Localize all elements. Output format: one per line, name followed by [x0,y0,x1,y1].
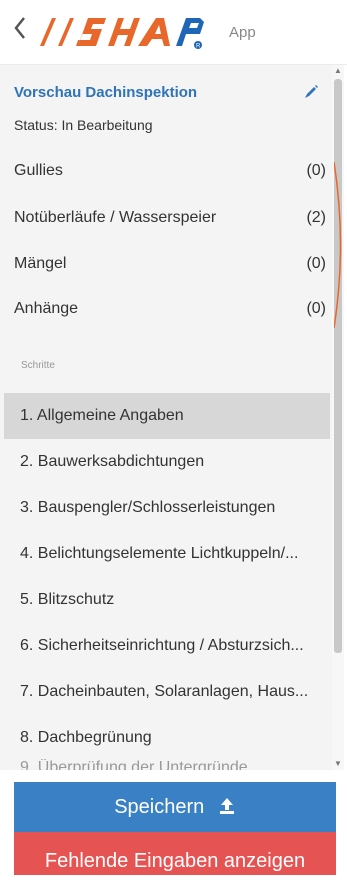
step-label: 6. Sicherheitseinrichtung / Absturzsich.… [20,637,304,654]
count-value: (0) [306,162,326,179]
save-button[interactable]: Speichern [14,782,336,832]
step-6[interactable]: 6. Sicherheitseinrichtung / Absturzsich.… [4,623,330,669]
anhaenge-row[interactable]: Anhänge (0) [14,289,326,329]
app-header: R App [0,0,347,65]
step-label: 3. Bauspengler/Schlosserleistungen [20,499,276,516]
step-label: 8. Dachbegrünung [20,729,152,746]
step-8[interactable]: 8. Dachbegrünung [4,715,330,761]
step-7[interactable]: 7. Dacheinbauten, Solaranlagen, Haus... [4,669,330,715]
scroll-down-arrow[interactable]: ▼ [334,760,342,768]
step-2[interactable]: 2. Bauwerksabdichtungen [4,439,330,485]
preview-title[interactable]: Vorschau Dachinspektion [14,84,197,101]
maengel-row[interactable]: Mängel (0) [14,244,326,284]
svg-text:R: R [196,44,201,50]
upload-icon [219,798,234,814]
step-label: 2. Bauwerksabdichtungen [20,453,205,470]
count-label: Notüberläufe / Wasserspeier [14,209,217,226]
app-label: App [229,24,256,41]
show-missing-inputs-button[interactable]: Fehlende Eingaben anzeigen [14,832,336,875]
count-value: (2) [306,209,326,226]
pencil-icon[interactable] [302,83,320,101]
status-text: Status: In Bearbeitung [14,117,153,133]
save-label: Speichern [114,796,205,818]
count-value: (0) [306,255,326,272]
steps-heading: Schritte [21,360,55,371]
step-9[interactable]: 9. Überprüfung der Untergründe [4,759,330,770]
orange-arc-decoration [334,161,342,329]
step-1[interactable]: 1. Allgemeine Angaben [4,393,330,439]
step-4[interactable]: 4. Belichtungselemente Lichtkuppeln/... [4,531,330,577]
step-5[interactable]: 5. Blitzschutz [4,577,330,623]
step-label: 4. Belichtungselemente Lichtkuppeln/... [20,545,299,562]
notueberlaeufe-row[interactable]: Notüberläufe / Wasserspeier (2) [14,198,326,238]
count-label: Mängel [14,255,67,272]
back-button[interactable] [12,14,32,44]
sidebar-panel: Vorschau Dachinspektion Status: In Bearb… [0,65,332,770]
step-3[interactable]: 3. Bauspengler/Schlosserleistungen [4,485,330,531]
scroll-up-arrow[interactable]: ▲ [334,67,342,75]
step-label: 7. Dacheinbauten, Solaranlagen, Haus... [20,683,309,700]
count-value: (0) [306,300,326,317]
step-label: 1. Allgemeine Angaben [20,407,184,424]
ishap-logo: R [40,18,204,50]
count-label: Gullies [14,162,63,179]
step-label: 9. Überprüfung der Untergründe [20,759,248,770]
missing-label: Fehlende Eingaben anzeigen [44,850,306,872]
chevron-left-icon [14,17,25,39]
count-label: Anhänge [14,300,79,317]
step-label: 5. Blitzschutz [20,591,115,608]
gullies-row[interactable]: Gullies (0) [14,151,326,191]
